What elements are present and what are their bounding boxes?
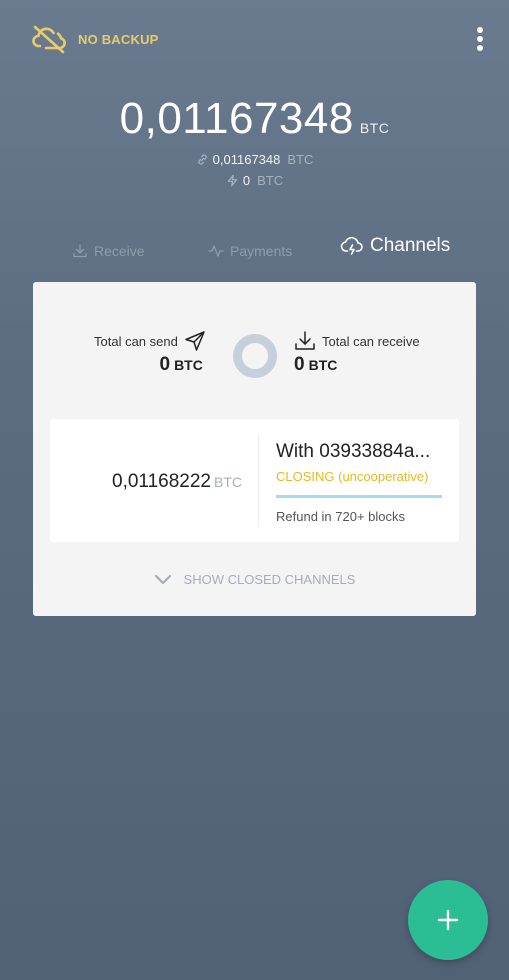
channel-refund-info: Refund in 720+ blocks xyxy=(276,509,406,524)
tab-channels[interactable]: Channels xyxy=(340,234,450,258)
total-can-receive-value: 0 xyxy=(294,354,305,375)
total-can-send-value: 0 xyxy=(159,354,171,375)
channel-peer: With 03933884a... xyxy=(276,441,431,462)
divider xyxy=(258,435,259,527)
onchain-balance: 0,01167348 BTC xyxy=(0,152,509,167)
overflow-menu-button[interactable] xyxy=(473,26,487,52)
tab-receive-label: Receive xyxy=(94,243,145,259)
activity-icon xyxy=(208,245,224,257)
channel-state: CLOSING (uncooperative) xyxy=(276,469,429,484)
total-can-receive-unit: BTC xyxy=(308,357,338,373)
top-bar: NO BACKUP xyxy=(32,24,487,56)
total-can-send-label: Total can send xyxy=(94,333,178,349)
total-can-receive-label: Total can receive xyxy=(322,333,420,349)
total-balance-unit: BTC xyxy=(359,120,390,136)
cloud-off-icon xyxy=(32,25,66,54)
show-closed-channels-button[interactable]: SHOW CLOSED CHANNELS xyxy=(33,572,476,587)
cloud-lightning-icon xyxy=(340,236,363,255)
plus-icon xyxy=(437,909,459,931)
channel-amount-unit: BTC xyxy=(213,474,242,490)
lightning-balance-unit: BTC xyxy=(257,173,284,188)
balance-donut-chart xyxy=(233,334,277,378)
download-icon xyxy=(295,331,315,350)
tab-receive[interactable]: Receive xyxy=(72,243,145,259)
tab-channels-label: Channels xyxy=(370,235,451,256)
zap-icon xyxy=(227,174,238,187)
add-channel-button[interactable] xyxy=(408,880,488,960)
channels-card: Total can send 0 BTC Total can receive 0B… xyxy=(33,282,476,616)
send-icon xyxy=(185,331,205,351)
lightning-balance-value: 0 xyxy=(242,173,251,188)
show-closed-channels-label: SHOW CLOSED CHANNELS xyxy=(183,572,356,587)
download-icon xyxy=(73,244,87,258)
channel-progress-bar xyxy=(276,495,442,498)
tab-payments-label: Payments xyxy=(230,243,293,259)
chevron-down-icon xyxy=(154,574,171,584)
lightning-balance: 0 BTC xyxy=(0,173,509,188)
channel-item[interactable]: 0,01168222 BTC With 03933884a... CLOSING … xyxy=(50,419,459,542)
onchain-balance-unit: BTC xyxy=(287,152,314,167)
channel-amount-value: 0,01168222 xyxy=(112,471,211,492)
total-can-send: Total can send 0 BTC xyxy=(94,330,206,376)
total-can-send-unit: BTC xyxy=(174,357,203,373)
more-vertical-icon xyxy=(477,27,483,33)
tab-bar: Receive Payments Channels xyxy=(0,234,509,270)
tab-payments[interactable]: Payments xyxy=(208,243,292,259)
backup-status[interactable]: NO BACKUP xyxy=(32,24,159,54)
total-can-receive: Total can receive 0 BTC xyxy=(294,330,420,376)
total-balance-value: 0,01167348 xyxy=(119,94,354,143)
total-balance: 0,01167348 BTC xyxy=(0,94,509,144)
link-icon xyxy=(197,154,207,165)
balance-section: 0,01167348 BTC 0,01167348 BTC 0 BTC xyxy=(0,94,509,188)
channel-amount: 0,01168222 BTC xyxy=(112,471,242,493)
onchain-balance-value: 0,01167348 xyxy=(212,152,281,167)
backup-label: NO BACKUP xyxy=(78,31,159,47)
